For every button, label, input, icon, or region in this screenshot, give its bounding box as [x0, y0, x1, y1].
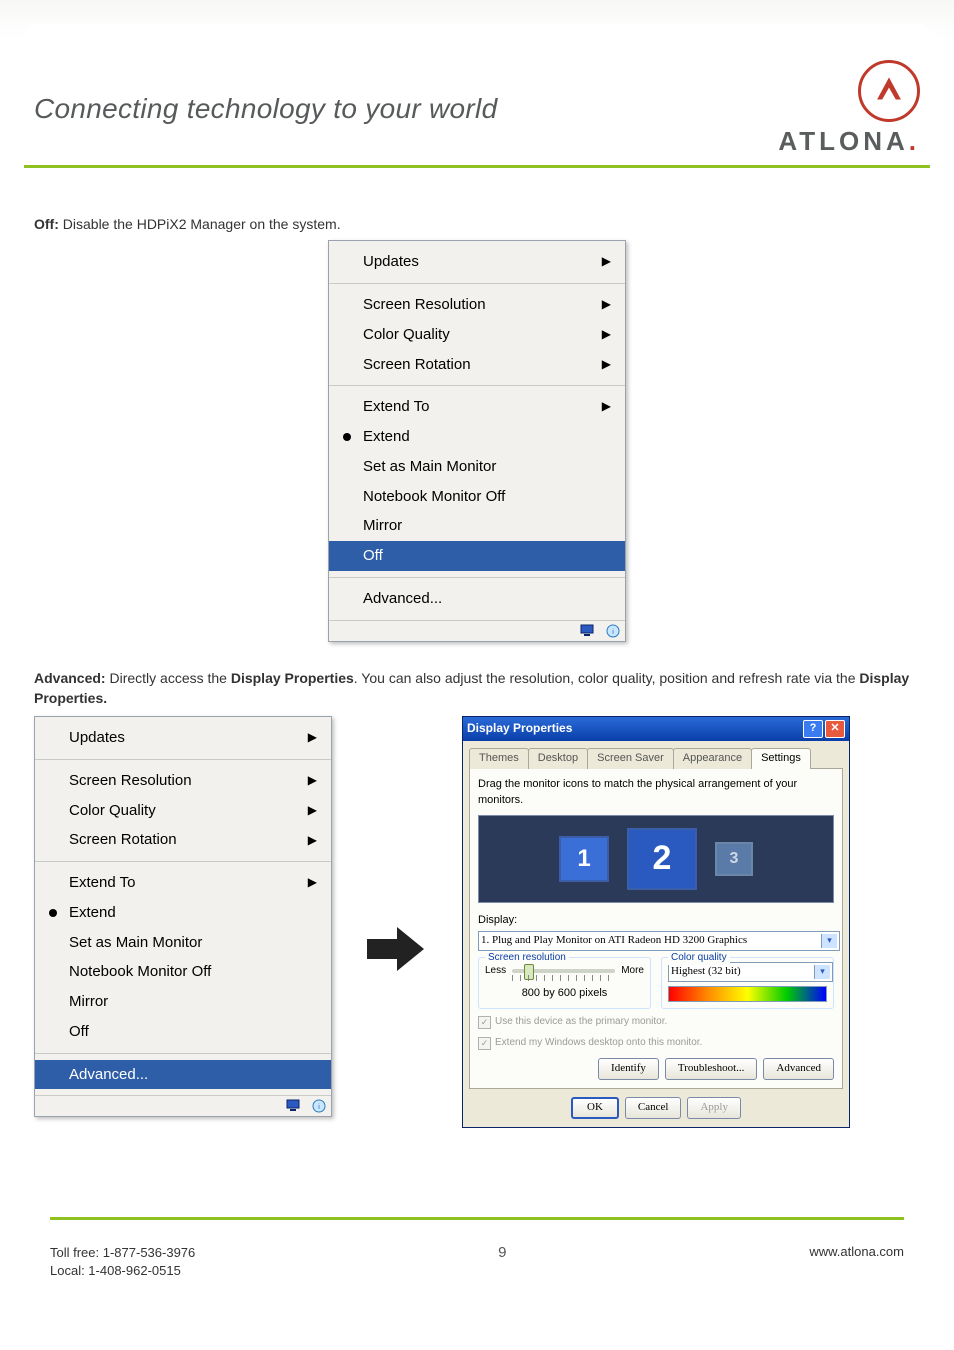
group-title: Color quality: [668, 951, 730, 966]
resolution-value: 800 by 600 pixels: [485, 986, 644, 1002]
menu-item-set-main[interactable]: Set as Main Monitor: [35, 928, 331, 958]
header-tagline: Connecting technology to your world: [34, 93, 778, 125]
menu-item-screen-rotation[interactable]: Screen Rotation▶: [35, 825, 331, 855]
menu-item-extend-to[interactable]: Extend To▶: [329, 392, 625, 422]
display-properties-dialog: Display Properties ? ✕ Themes Desktop Sc…: [462, 716, 850, 1128]
menu-item-updates[interactable]: Updates▶: [35, 723, 331, 753]
page-number: 9: [195, 1244, 809, 1261]
menu-item-advanced[interactable]: Advanced...: [35, 1060, 331, 1090]
color-quality-value: Highest (32 bit): [671, 964, 741, 980]
dropdown-arrow-icon: ▾: [814, 965, 830, 979]
submenu-arrow-icon: ▶: [308, 802, 317, 819]
slider-thumb[interactable]: [524, 964, 534, 980]
footer-url: www.atlona.com: [809, 1244, 904, 1259]
screen-resolution-group: Screen resolution Less More 800 by 600 p…: [478, 957, 651, 1009]
drag-instruction: Drag the monitor icons to match the phys…: [478, 777, 834, 809]
submenu-arrow-icon: ▶: [602, 296, 611, 313]
primary-monitor-checkbox: ✓Use this device as the primary monitor.: [478, 1015, 834, 1030]
settings-panel: Drag the monitor icons to match the phys…: [469, 768, 843, 1089]
submenu-arrow-icon: ▶: [308, 832, 317, 849]
menu-item-off[interactable]: Off: [35, 1017, 331, 1047]
submenu-arrow-icon: ▶: [602, 356, 611, 373]
tray-monitor-icon: [285, 1098, 305, 1114]
tab-screensaver[interactable]: Screen Saver: [587, 748, 674, 769]
extend-desktop-checkbox: ✓Extend my Windows desktop onto this mon…: [478, 1036, 834, 1051]
submenu-arrow-icon: ▶: [308, 874, 317, 891]
menu-item-mirror[interactable]: Mirror: [329, 511, 625, 541]
color-quality-group: Color quality Highest (32 bit) ▾: [661, 957, 834, 1009]
monitor-3[interactable]: 3: [715, 842, 753, 876]
tab-desktop[interactable]: Desktop: [528, 748, 588, 769]
submenu-arrow-icon: ▶: [602, 253, 611, 270]
menu-item-extend-to[interactable]: Extend To▶: [35, 868, 331, 898]
display-label: Display:: [478, 913, 834, 929]
tray-lan-icon: i: [309, 1098, 329, 1114]
menu-item-off[interactable]: Off: [329, 541, 625, 571]
menu-item-extend[interactable]: Extend: [35, 898, 331, 928]
submenu-arrow-icon: ▶: [308, 772, 317, 789]
resolution-slider[interactable]: Less More: [485, 964, 644, 979]
tab-settings[interactable]: Settings: [751, 748, 811, 769]
help-button[interactable]: ?: [803, 720, 823, 738]
bullet-icon: [343, 433, 351, 441]
dialog-title: Display Properties: [467, 720, 572, 737]
apply-button[interactable]: Apply: [687, 1097, 741, 1119]
bullet-icon: [49, 909, 57, 917]
menu-item-updates[interactable]: Updates▶: [329, 247, 625, 277]
menu-item-set-main[interactable]: Set as Main Monitor: [329, 452, 625, 482]
dialog-tabs: Themes Desktop Screen Saver Appearance S…: [463, 741, 849, 768]
advanced-paragraph: Advanced: Directly access the Display Pr…: [34, 668, 920, 709]
submenu-arrow-icon: ▶: [308, 729, 317, 746]
monitor-layout-area[interactable]: 1 2 3: [478, 815, 834, 903]
submenu-arrow-icon: ▶: [602, 398, 611, 415]
menu-item-notebook-off[interactable]: Notebook Monitor Off: [35, 957, 331, 987]
menu-item-screen-resolution[interactable]: Screen Resolution▶: [35, 766, 331, 796]
system-tray: i: [35, 1096, 331, 1116]
identify-button[interactable]: Identify: [598, 1058, 659, 1080]
tab-themes[interactable]: Themes: [469, 748, 529, 769]
footer-contact: Toll free: 1-877-536-3976 Local: 1-408-9…: [50, 1244, 195, 1280]
tray-lan-icon: i: [603, 623, 623, 639]
checkbox-icon: ✓: [478, 1016, 491, 1029]
dropdown-arrow-icon: ▾: [821, 934, 837, 948]
system-tray: i: [329, 621, 625, 641]
display-select[interactable]: 1. Plug and Play Monitor on ATI Radeon H…: [478, 931, 840, 951]
troubleshoot-button[interactable]: Troubleshoot...: [665, 1058, 758, 1080]
brand-block: ATLONA.: [778, 60, 920, 157]
color-quality-bar: [668, 986, 827, 1002]
menu-item-screen-resolution[interactable]: Screen Resolution▶: [329, 290, 625, 320]
page-footer: Toll free: 1-877-536-3976 Local: 1-408-9…: [50, 1217, 904, 1280]
arrow-right-icon: [362, 919, 432, 984]
ok-button[interactable]: OK: [571, 1097, 619, 1119]
monitor-1[interactable]: 1: [559, 836, 609, 882]
context-menu-2: Updates▶ Screen Resolution▶ Color Qualit…: [34, 716, 332, 1117]
slider-more-label: More: [621, 964, 644, 979]
submenu-arrow-icon: ▶: [602, 326, 611, 343]
menu-item-screen-rotation[interactable]: Screen Rotation▶: [329, 350, 625, 380]
menu-item-color-quality[interactable]: Color Quality▶: [35, 796, 331, 826]
menu-item-color-quality[interactable]: Color Quality▶: [329, 320, 625, 350]
menu-item-advanced[interactable]: Advanced...: [329, 584, 625, 614]
context-menu-1: Updates▶ Screen Resolution▶ Color Qualit…: [328, 240, 626, 641]
dialog-titlebar[interactable]: Display Properties ? ✕: [463, 717, 849, 741]
page-header: Connecting technology to your world ATLO…: [24, 24, 930, 168]
close-button[interactable]: ✕: [825, 720, 845, 738]
cancel-button[interactable]: Cancel: [625, 1097, 682, 1119]
monitor-2[interactable]: 2: [627, 828, 697, 890]
tab-appearance[interactable]: Appearance: [673, 748, 752, 769]
display-select-value: 1. Plug and Play Monitor on ATI Radeon H…: [481, 933, 747, 949]
slider-less-label: Less: [485, 964, 506, 979]
menu-item-notebook-off[interactable]: Notebook Monitor Off: [329, 482, 625, 512]
checkbox-icon: ✓: [478, 1037, 491, 1050]
menu-item-mirror[interactable]: Mirror: [35, 987, 331, 1017]
brand-name: ATLONA.: [778, 126, 920, 157]
brand-logo-icon: [858, 60, 920, 122]
tray-monitor-icon: [579, 623, 599, 639]
advanced-button[interactable]: Advanced: [763, 1058, 834, 1080]
off-paragraph: Off: Disable the HDPiX2 Manager on the s…: [34, 214, 920, 234]
menu-item-extend[interactable]: Extend: [329, 422, 625, 452]
